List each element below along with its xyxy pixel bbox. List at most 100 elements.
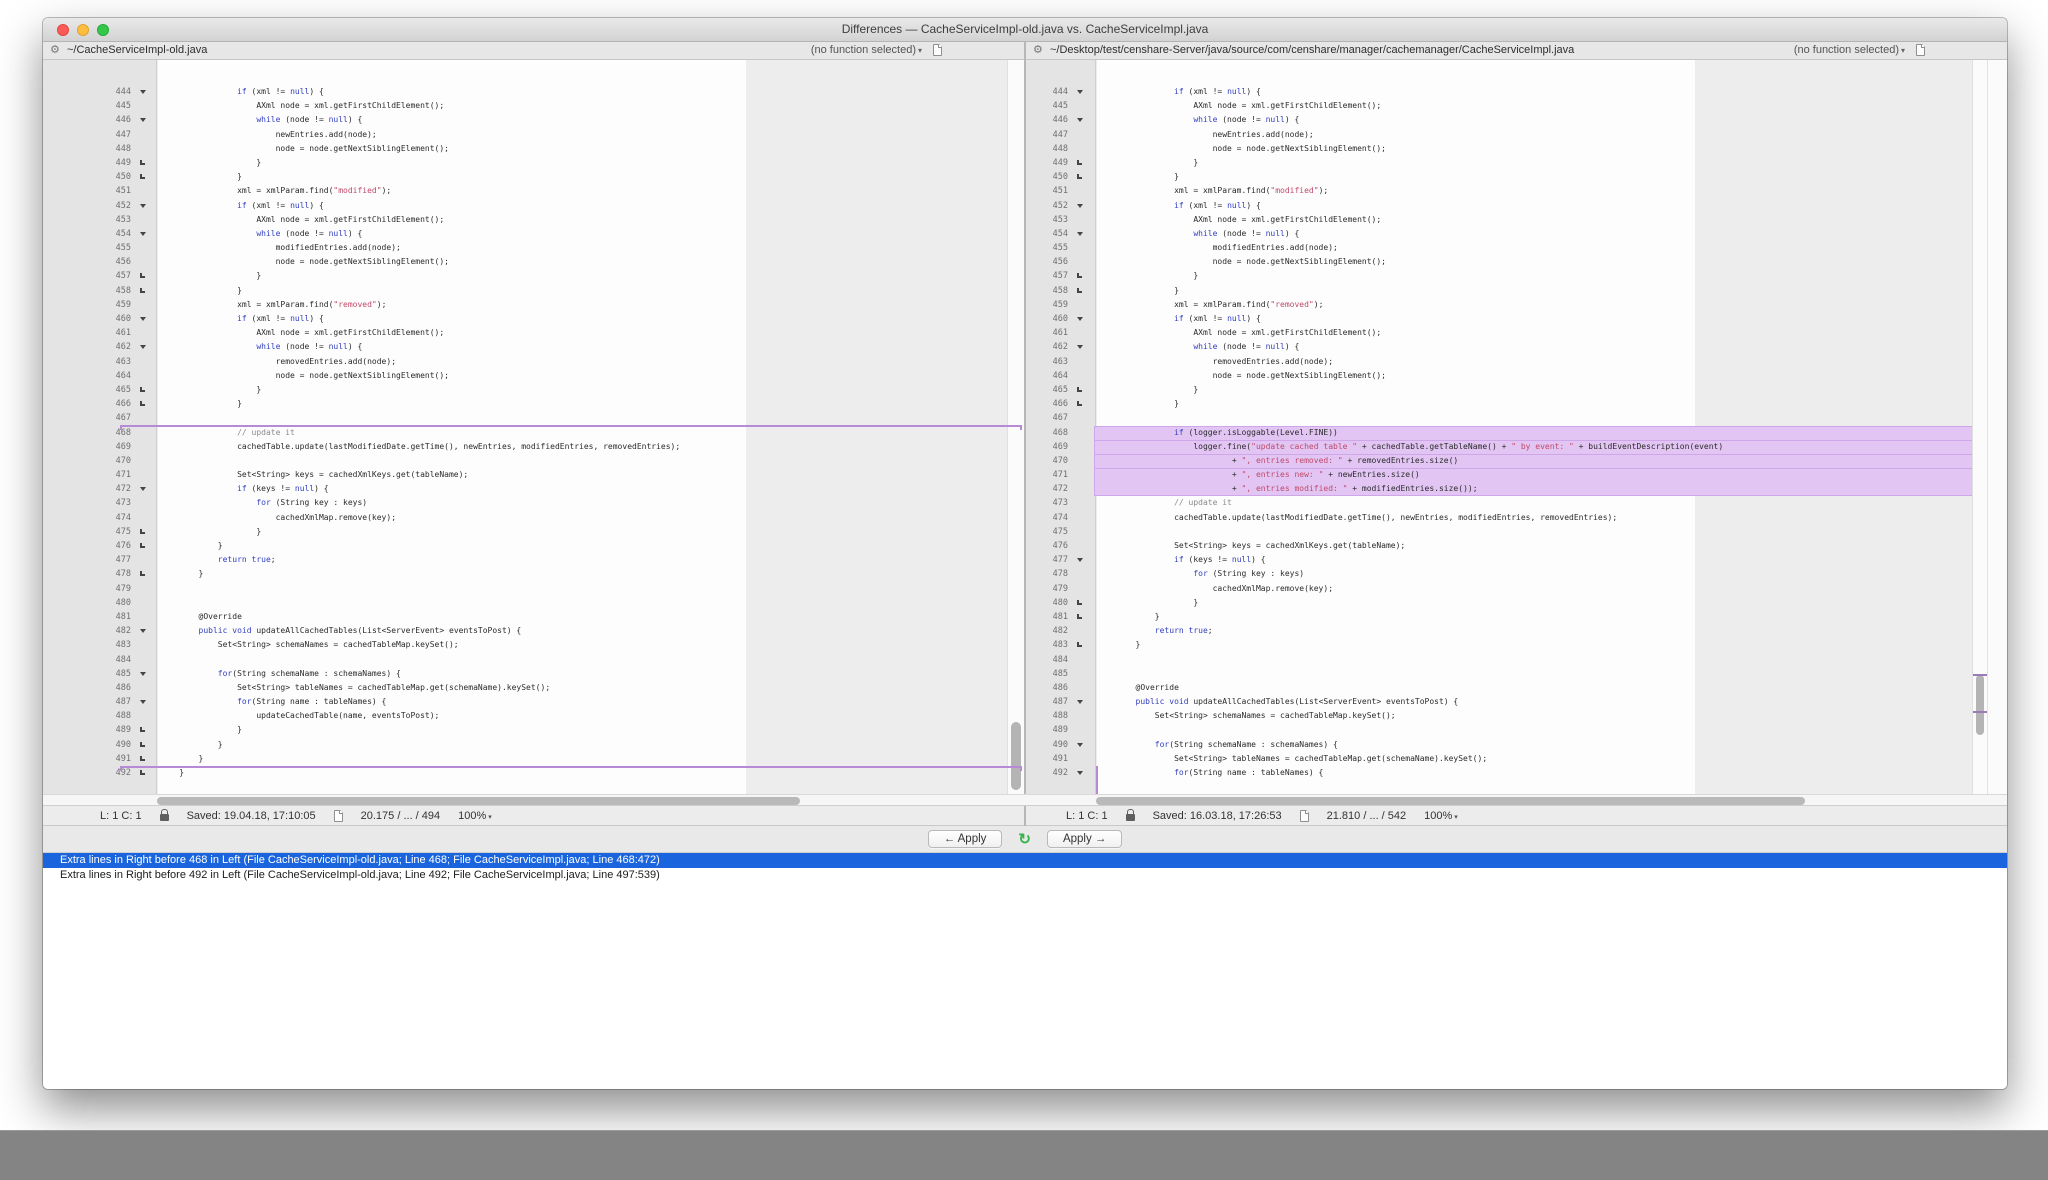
code-line[interactable]: 484 bbox=[43, 653, 1024, 667]
code-line[interactable]: 452 if (xml != null) { bbox=[43, 199, 1024, 213]
fold-open-icon[interactable] bbox=[1068, 113, 1094, 127]
code-line[interactable]: 457 } bbox=[43, 269, 1024, 283]
code-line[interactable]: 463 removedEntries.add(node); bbox=[1026, 355, 2007, 369]
fold-open-icon[interactable] bbox=[1068, 738, 1094, 752]
document-icon[interactable] bbox=[933, 44, 942, 56]
horizontal-scrollbar-strip[interactable] bbox=[43, 794, 2007, 806]
apply-left-button[interactable]: ← Apply bbox=[928, 830, 1003, 848]
code-line[interactable]: 476 } bbox=[43, 539, 1024, 553]
code-line[interactable]: 472 if (keys != null) { bbox=[43, 482, 1024, 496]
code-line[interactable]: 452 if (xml != null) { bbox=[1026, 199, 2007, 213]
code-line[interactable]: 466 } bbox=[1026, 397, 2007, 411]
code-line[interactable]: 486 Set<String> tableNames = cachedTable… bbox=[43, 681, 1024, 695]
code-line[interactable]: 486 @Override bbox=[1026, 681, 2007, 695]
code-line[interactable]: 485 bbox=[1026, 667, 2007, 681]
code-line[interactable]: 483 Set<String> schemaNames = cachedTabl… bbox=[43, 638, 1024, 652]
right-function-selector[interactable]: (no function selected)▾ bbox=[1794, 44, 1905, 56]
fold-open-icon[interactable] bbox=[131, 113, 157, 127]
code-line[interactable]: 447 newEntries.add(node); bbox=[43, 128, 1024, 142]
code-line[interactable]: 487 public void updateAllCachedTables(Li… bbox=[1026, 695, 2007, 709]
code-line[interactable]: 489 } bbox=[43, 723, 1024, 737]
right-vertical-scrollbar[interactable] bbox=[1972, 60, 1987, 794]
fold-open-icon[interactable] bbox=[1068, 766, 1094, 780]
fold-open-icon[interactable] bbox=[1068, 227, 1094, 241]
fold-open-icon[interactable] bbox=[131, 312, 157, 326]
code-line[interactable]: 492 for(String name : tableNames) { bbox=[1026, 766, 2007, 780]
fold-open-icon[interactable] bbox=[131, 199, 157, 213]
code-line[interactable]: 450 } bbox=[43, 170, 1024, 184]
code-line[interactable]: 468 if (logger.isLoggable(Level.FINE)) bbox=[1026, 426, 2007, 440]
right-vertical-scrollbar-thumb[interactable] bbox=[1976, 675, 1984, 735]
fold-open-icon[interactable] bbox=[131, 482, 157, 496]
code-line[interactable]: 467 bbox=[43, 411, 1024, 425]
code-line[interactable]: 466 } bbox=[43, 397, 1024, 411]
code-line[interactable]: 481 } bbox=[1026, 610, 2007, 624]
fold-open-icon[interactable] bbox=[131, 227, 157, 241]
fold-open-icon[interactable] bbox=[131, 695, 157, 709]
code-line[interactable]: 479 bbox=[43, 582, 1024, 596]
code-line[interactable]: 456 node = node.getNextSiblingElement(); bbox=[1026, 255, 2007, 269]
code-line[interactable]: 471 + ", entries new: " + newEntries.siz… bbox=[1026, 468, 2007, 482]
code-line[interactable]: 477 return true; bbox=[43, 553, 1024, 567]
code-line[interactable]: 476 Set<String> keys = cachedXmlKeys.get… bbox=[1026, 539, 2007, 553]
fold-close-icon[interactable] bbox=[131, 539, 157, 553]
code-line[interactable]: 470 bbox=[43, 454, 1024, 468]
code-line[interactable]: 490 for(String schemaName : schemaNames)… bbox=[1026, 738, 2007, 752]
code-line[interactable]: 470 + ", entries removed: " + removedEnt… bbox=[1026, 454, 2007, 468]
code-line[interactable]: 484 bbox=[1026, 653, 2007, 667]
code-line[interactable]: 490 } bbox=[43, 738, 1024, 752]
left-code-pane[interactable]: 444 if (xml != null) {445 AXml node = xm… bbox=[43, 60, 1024, 794]
code-line[interactable]: 467 bbox=[1026, 411, 2007, 425]
left-vertical-scrollbar-thumb[interactable] bbox=[1011, 722, 1021, 790]
fold-close-icon[interactable] bbox=[1068, 638, 1094, 652]
code-line[interactable]: 491 } bbox=[43, 752, 1024, 766]
code-line[interactable]: 464 node = node.getNextSiblingElement(); bbox=[1026, 369, 2007, 383]
code-line[interactable]: 488 updateCachedTable(name, eventsToPost… bbox=[43, 709, 1024, 723]
code-line[interactable]: 479 cachedXmlMap.remove(key); bbox=[1026, 582, 2007, 596]
fold-close-icon[interactable] bbox=[131, 723, 157, 737]
code-line[interactable]: 473 for (String key : keys) bbox=[43, 496, 1024, 510]
fold-close-icon[interactable] bbox=[1068, 383, 1094, 397]
code-line[interactable]: 488 Set<String> schemaNames = cachedTabl… bbox=[1026, 709, 2007, 723]
fold-open-icon[interactable] bbox=[1068, 85, 1094, 99]
apply-right-button[interactable]: Apply → bbox=[1047, 830, 1122, 848]
fold-close-icon[interactable] bbox=[131, 752, 157, 766]
fold-close-icon[interactable] bbox=[1068, 156, 1094, 170]
refresh-icon[interactable]: ↻ bbox=[1018, 832, 1031, 847]
fold-close-icon[interactable] bbox=[131, 170, 157, 184]
code-line[interactable]: 458 } bbox=[43, 284, 1024, 298]
fold-close-icon[interactable] bbox=[1068, 596, 1094, 610]
code-line[interactable]: 456 node = node.getNextSiblingElement(); bbox=[43, 255, 1024, 269]
fold-close-icon[interactable] bbox=[1068, 397, 1094, 411]
code-line[interactable]: 475 bbox=[1026, 525, 2007, 539]
diff-message-row[interactable]: Extra lines in Right before 492 in Left … bbox=[43, 868, 2007, 883]
lock-icon[interactable] bbox=[160, 814, 169, 821]
fold-close-icon[interactable] bbox=[131, 766, 157, 780]
code-line[interactable]: 492 } bbox=[43, 766, 1024, 780]
code-line[interactable]: 468 // update it bbox=[43, 426, 1024, 440]
code-line[interactable]: 447 newEntries.add(node); bbox=[1026, 128, 2007, 142]
fold-close-icon[interactable] bbox=[131, 525, 157, 539]
fold-open-icon[interactable] bbox=[1068, 312, 1094, 326]
code-line[interactable]: 455 modifiedEntries.add(node); bbox=[1026, 241, 2007, 255]
fold-close-icon[interactable] bbox=[131, 156, 157, 170]
left-zoom-control[interactable]: 100%▾ bbox=[458, 810, 492, 822]
fold-open-icon[interactable] bbox=[131, 85, 157, 99]
fold-open-icon[interactable] bbox=[131, 624, 157, 638]
fold-open-icon[interactable] bbox=[1068, 553, 1094, 567]
code-line[interactable]: 444 if (xml != null) { bbox=[43, 85, 1024, 99]
code-line[interactable]: 491 Set<String> tableNames = cachedTable… bbox=[1026, 752, 2007, 766]
code-line[interactable]: 446 while (node != null) { bbox=[1026, 113, 2007, 127]
fold-open-icon[interactable] bbox=[1068, 340, 1094, 354]
fold-open-icon[interactable] bbox=[1068, 199, 1094, 213]
code-line[interactable]: 465 } bbox=[1026, 383, 2007, 397]
code-line[interactable]: 459 xml = xmlParam.find("removed"); bbox=[43, 298, 1024, 312]
code-line[interactable]: 480 bbox=[43, 596, 1024, 610]
code-line[interactable]: 451 xml = xmlParam.find("modified"); bbox=[1026, 184, 2007, 198]
code-line[interactable]: 448 node = node.getNextSiblingElement(); bbox=[43, 142, 1024, 156]
code-line[interactable]: 453 AXml node = xml.getFirstChildElement… bbox=[43, 213, 1024, 227]
right-code-pane[interactable]: 444 if (xml != null) {445 AXml node = xm… bbox=[1026, 60, 2007, 794]
code-line[interactable]: 478 for (String key : keys) bbox=[1026, 567, 2007, 581]
code-line[interactable]: 449 } bbox=[1026, 156, 2007, 170]
fold-close-icon[interactable] bbox=[131, 738, 157, 752]
